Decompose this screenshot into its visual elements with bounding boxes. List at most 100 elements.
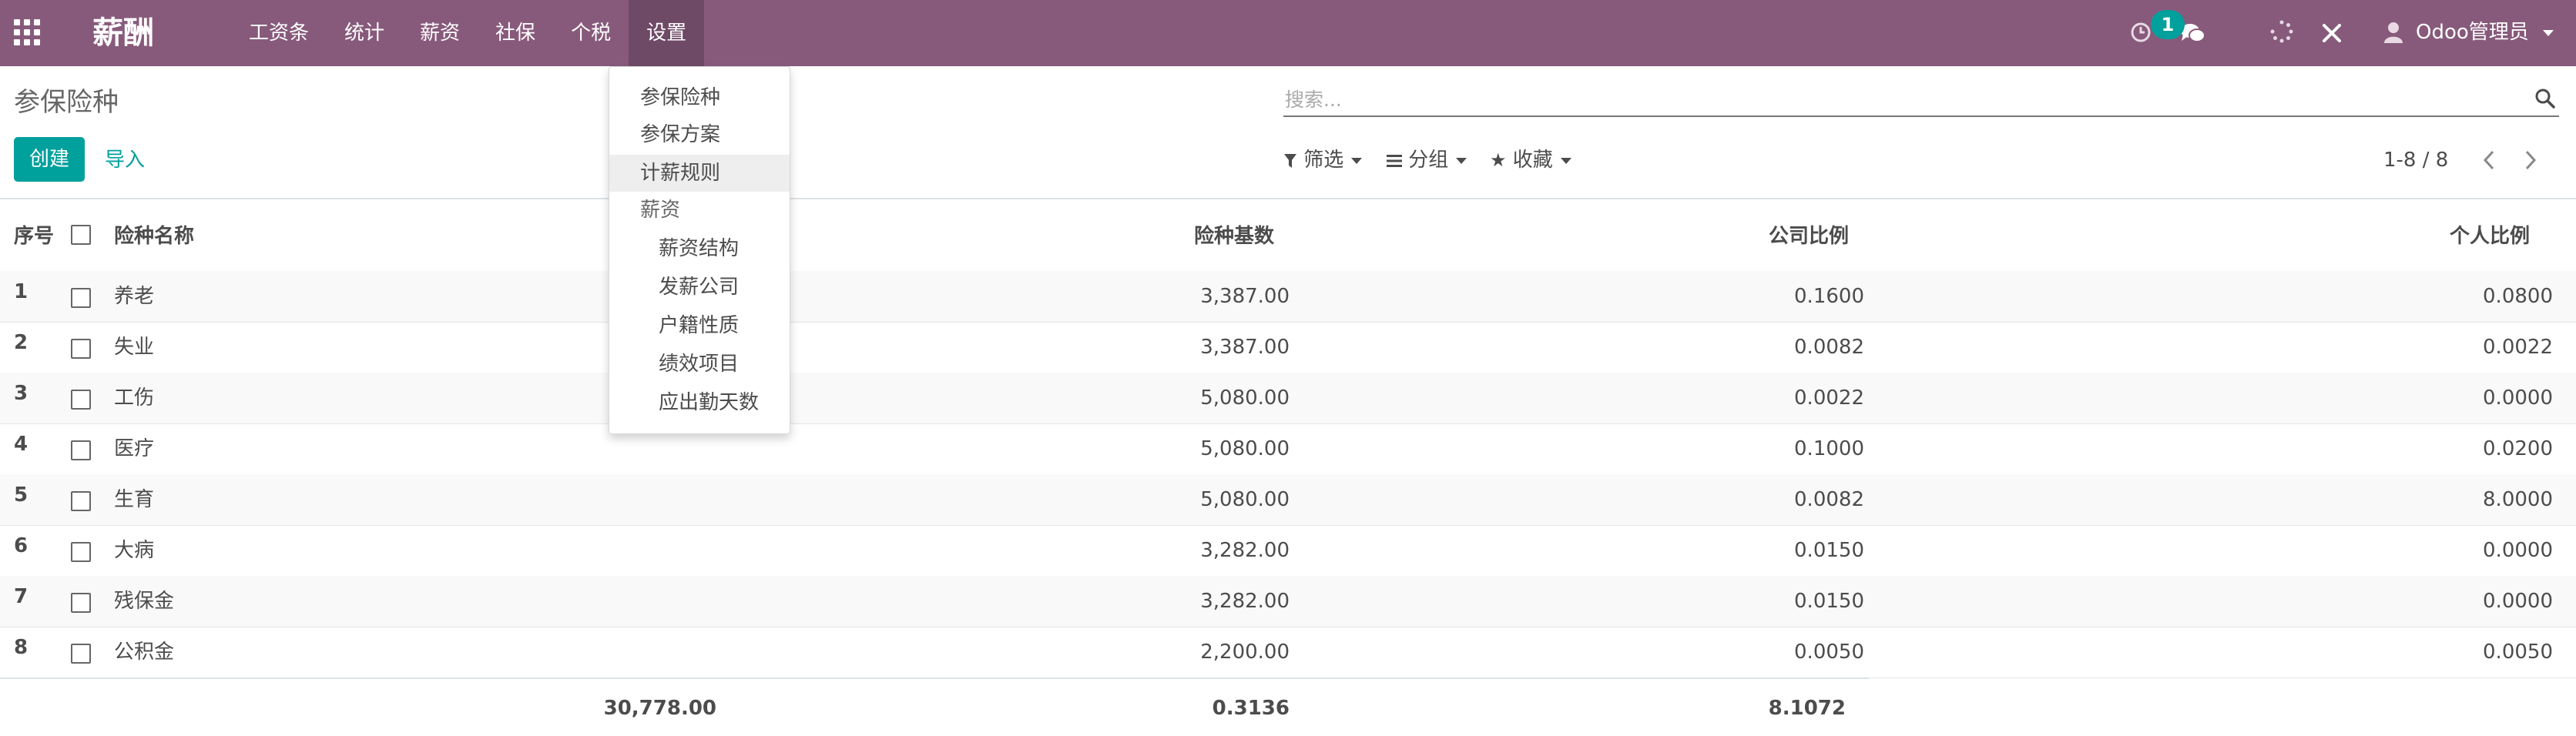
row-seq: 1 [14,280,29,303]
row-checkbox[interactable] [71,288,91,308]
table-row[interactable]: 5 生育 5,080.00 0.0082 8.0000 [0,474,2576,526]
row-personal-rate: 0.0050 [2483,641,2553,664]
table-row[interactable]: 3 工伤 5,080.00 0.0022 0.0000 [0,373,2576,424]
select-all-checkbox[interactable] [71,225,91,245]
dropdown-item-insurance-types[interactable]: 参保险种 [609,79,790,116]
column-header-personal-rate[interactable]: 个人比例 [2373,222,2530,250]
row-checkbox[interactable] [71,339,91,359]
table-footer-divider [0,677,1869,679]
star-icon: ★ [1490,149,1507,171]
column-header-name[interactable]: 险种名称 [114,222,194,250]
chevron-down-icon [1456,157,1467,164]
menu-income-tax[interactable]: 个税 [553,0,629,66]
table-row[interactable]: 2 失业 3,387.00 0.0082 0.0022 [0,322,2576,373]
filter-dropdown[interactable]: 筛选 [1283,146,1363,174]
dropdown-item-salary-structure[interactable]: 薪资结构 [609,230,790,267]
table-row[interactable]: 7 残保金 3,282.00 0.0150 0.0000 [0,576,2576,627]
row-base: 5,080.00 [1200,437,1290,460]
row-seq: 3 [14,382,29,405]
total-base: 30,778.00 [603,697,716,720]
row-checkbox[interactable] [71,491,91,511]
row-base: 5,080.00 [1200,386,1290,410]
row-name: 失业 [114,336,155,359]
menu-social-insurance[interactable]: 社保 [478,0,553,66]
dropdown-section-salary: 薪资 [640,199,681,222]
row-personal-rate: 0.0200 [2483,437,2553,460]
menu-payslip[interactable]: 工资条 [231,0,327,66]
row-company-rate: 0.1600 [1794,285,1864,308]
apps-icon[interactable] [14,19,42,47]
row-base: 5,080.00 [1200,488,1290,511]
menu-salary[interactable]: 薪资 [402,0,478,66]
dropdown-item-insurance-plans[interactable]: 参保方案 [609,116,790,153]
row-personal-rate: 0.0800 [2483,285,2553,308]
row-name: 残保金 [114,590,175,613]
row-checkbox[interactable] [71,390,91,410]
pager-next-icon[interactable] [2524,149,2537,171]
row-base: 2,200.00 [1200,641,1290,664]
row-seq: 2 [14,331,29,354]
row-personal-rate: 0.0000 [2483,539,2553,562]
row-checkbox[interactable] [71,440,91,460]
search-input[interactable] [1283,83,2504,115]
total-personal-rate: 8.1072 [1768,697,1846,720]
import-button[interactable]: 导入 [105,148,145,172]
group-by-dropdown[interactable]: 分组 [1387,146,1467,174]
dropdown-item-pay-rules[interactable]: 计薪规则 [609,155,790,192]
page-title: 参保险种 [14,87,119,118]
user-icon[interactable] [2383,21,2403,44]
row-seq: 4 [14,433,29,456]
row-name: 大病 [114,539,155,562]
table-row[interactable]: 8 公积金 2,200.00 0.0050 0.0050 [0,627,2576,678]
create-button[interactable]: 创建 [14,137,85,182]
search-icon[interactable] [2534,88,2556,109]
menu-settings[interactable]: 设置 [629,0,705,66]
search-bar [1283,82,2559,117]
row-seq: 7 [14,585,29,608]
total-company-rate: 0.3136 [1212,697,1290,720]
clock-icon[interactable] [2129,21,2152,44]
favorites-label: 收藏 [1512,149,1553,172]
app-brand[interactable]: 薪酬 [92,12,154,55]
row-company-rate: 0.0150 [1794,539,1864,562]
tools-icon[interactable] [2320,22,2343,45]
chevron-down-icon [2543,29,2554,36]
table-header: 序号 险种名称 险种基数 公司比例 个人比例 [0,202,2576,273]
favorites-dropdown[interactable]: ★ 收藏 [1490,146,1571,174]
dropdown-item-household-type[interactable]: 户籍性质 [609,307,790,344]
column-header-seq[interactable]: 序号 [14,222,54,250]
pager-previous-icon[interactable] [2482,149,2496,171]
message-count-badge: 1 [2151,10,2185,39]
dropdown-item-attendance-days[interactable]: 应出勤天数 [609,384,790,421]
table-row[interactable]: 6 大病 3,282.00 0.0150 0.0000 [0,525,2576,577]
list-icon [1387,155,1402,167]
row-seq: 8 [14,636,29,659]
group-by-label: 分组 [1408,149,1449,172]
user-menu[interactable]: Odoo管理员 [2416,18,2554,46]
filter-icon [1284,154,1296,168]
settings-dropdown: 参保险种 参保方案 计薪规则 薪资 薪资结构 发薪公司 户籍性质 绩效项目 应出… [609,66,790,434]
row-base: 3,387.00 [1200,285,1290,308]
row-checkbox[interactable] [71,593,91,613]
menu-statistics[interactable]: 统计 [327,0,402,66]
row-name: 养老 [114,285,155,308]
table-row[interactable]: 4 医疗 5,080.00 0.1000 0.0200 [0,423,2576,475]
spinner-icon[interactable] [2269,19,2294,44]
row-company-rate: 0.0022 [1794,386,1864,410]
row-name: 生育 [114,488,155,511]
chevron-down-icon [1560,157,1571,164]
row-seq: 5 [14,483,29,507]
chevron-down-icon [1351,157,1363,164]
dropdown-item-paying-company[interactable]: 发薪公司 [609,269,790,306]
row-company-rate: 0.0050 [1794,641,1864,664]
column-header-base[interactable]: 险种基数 [1117,222,1274,250]
pager-value[interactable]: 1-8 / 8 [2383,146,2448,174]
column-header-company-rate[interactable]: 公司比例 [1692,222,1849,250]
top-navbar: 薪酬 工资条 统计 薪资 社保 个税 设置 1 Odoo管理员 [0,0,2576,66]
row-checkbox[interactable] [71,542,91,562]
row-personal-rate: 0.0000 [2483,590,2553,613]
row-name: 公积金 [114,641,175,664]
row-checkbox[interactable] [71,644,91,664]
dropdown-item-performance-items[interactable]: 绩效项目 [609,346,790,383]
table-row[interactable]: 1 养老 3,387.00 0.1600 0.0800 [0,271,2576,323]
